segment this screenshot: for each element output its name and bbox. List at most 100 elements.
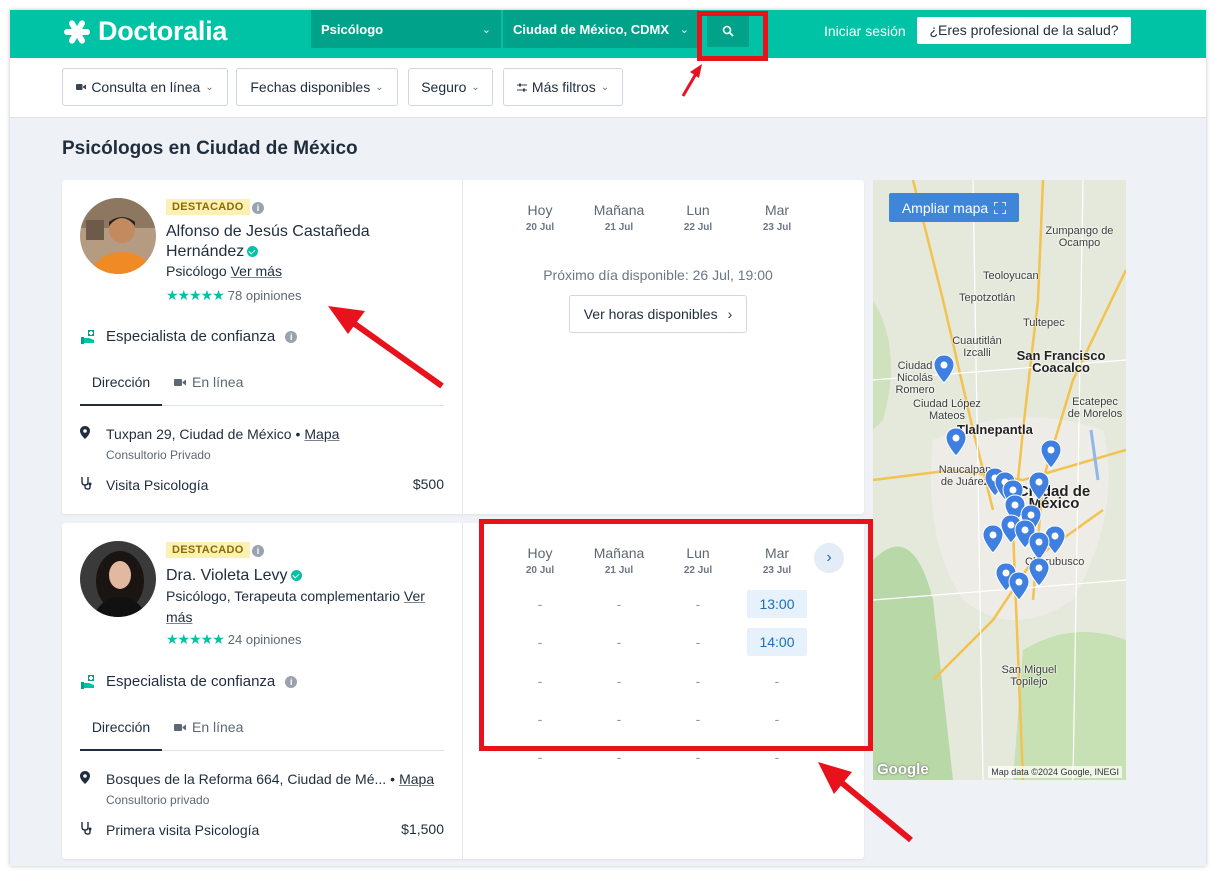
city-select[interactable]: Ciudad de México, CDMX ⌄	[503, 10, 699, 48]
service-price: $500	[412, 476, 444, 492]
annotation-box-search	[697, 11, 768, 61]
trusted-hand-icon	[81, 674, 94, 689]
address-block: Bosques de la Reforma 664, Ciudad de Mé.…	[80, 771, 444, 807]
review-count: 24 opiniones	[227, 632, 302, 647]
chevron-down-icon: ⌄	[205, 81, 214, 93]
stethoscope-icon	[80, 821, 106, 838]
specialty-text: Psicólogo	[166, 263, 227, 279]
filter-more[interactable]: Más filtros ⌄	[503, 68, 623, 106]
specialty-select[interactable]: Psicólogo ⌄	[311, 10, 501, 48]
filter-insurance[interactable]: Seguro ⌄	[408, 68, 493, 106]
info-icon[interactable]: i	[252, 202, 264, 214]
office-type: Consultorio privado	[106, 793, 210, 807]
address-text: Bosques de la Reforma 664, Ciudad de Mé.…	[106, 771, 387, 787]
featured-badge: DESTACADO	[166, 542, 250, 558]
day-label: Hoy	[527, 202, 553, 218]
map-attribution[interactable]: Map data ©2024 Google, INEGI	[988, 766, 1122, 778]
see-more-link[interactable]: Ver más	[231, 263, 282, 279]
chevron-down-icon: ⌄	[481, 23, 491, 36]
bullet-separator: •	[390, 771, 396, 787]
specialty-select-value: Psicólogo	[321, 21, 384, 37]
service-row: Primera visita Psicología $1,500	[80, 821, 444, 838]
doctor-name[interactable]: Dra. Violeta Levy	[166, 566, 302, 586]
doctor-specialty: Psicólogo, Terapeuta complementario Ver …	[166, 586, 436, 628]
specialty-text: Psicólogo, Terapeuta complementario	[166, 588, 400, 604]
trusted-specialist: Especialista de confianza i	[80, 328, 298, 345]
doctor-name-line1: Dra. Violeta Levy	[166, 567, 288, 584]
star-rating-icon: ★★★★★	[166, 287, 225, 303]
location-pin-icon	[80, 771, 106, 787]
info-icon[interactable]: i	[285, 330, 298, 343]
map-link[interactable]: Mapa	[304, 426, 339, 442]
logo-text: Doctoralia	[98, 16, 228, 46]
day-label: Lun	[686, 202, 710, 218]
address-text: Tuxpan 29, Ciudad de México	[106, 426, 292, 442]
map-pin[interactable]	[1008, 571, 1030, 601]
doctor-name[interactable]: Alfonso de Jesús Castañeda Hernández	[166, 222, 370, 262]
map-pin[interactable]	[1028, 531, 1050, 561]
tab-online-label: En línea	[192, 719, 244, 735]
tab-online[interactable]: En línea	[174, 711, 243, 751]
tab-address[interactable]: Dirección	[80, 366, 162, 406]
day-label: Mañana	[593, 202, 645, 218]
filter-bar: Consulta en línea ⌄ Fechas disponibles ⌄…	[10, 58, 1206, 118]
info-icon[interactable]: i	[285, 675, 298, 688]
map-pin[interactable]	[945, 427, 967, 457]
tab-address[interactable]: Dirección	[80, 711, 162, 751]
results-map[interactable]: Ampliar mapa Zumpango de Ocampo Teoloyuc…	[873, 180, 1126, 780]
address-block: Tuxpan 29, Ciudad de México • Mapa Consu…	[80, 426, 444, 462]
trusted-hand-icon	[81, 329, 94, 344]
see-more-link[interactable]: Ver	[404, 588, 425, 604]
video-icon	[76, 84, 87, 90]
map-pin[interactable]	[933, 354, 955, 384]
logo-icon	[64, 19, 90, 44]
view-hours-button[interactable]: Ver horas disponibles ›	[569, 295, 747, 333]
filter-label: Fechas disponibles	[250, 79, 371, 95]
next-available-text: Próximo día disponible: 26 Jul, 19:00	[543, 267, 773, 283]
day-date: 22 Jul	[683, 222, 713, 233]
map-pin[interactable]	[982, 524, 1004, 554]
chevron-down-icon: ⌄	[375, 81, 384, 93]
professional-button[interactable]: ¿Eres profesional de la salud?	[917, 17, 1131, 44]
doctoralia-logo[interactable]: Doctoralia	[62, 16, 227, 47]
service-price: $1,500	[401, 821, 444, 837]
map-pin[interactable]	[1040, 439, 1062, 469]
location-tabs: Dirección En línea	[80, 711, 444, 751]
map-pin[interactable]	[1028, 471, 1050, 501]
login-link[interactable]: Iniciar sesión	[824, 23, 906, 39]
filter-label: Consulta en línea	[91, 79, 201, 95]
star-rating-icon: ★★★★★	[166, 631, 225, 647]
service-name: Primera visita Psicología	[106, 821, 260, 838]
chevron-down-icon: ⌄	[471, 81, 480, 93]
info-icon[interactable]: i	[252, 545, 264, 557]
avatar[interactable]	[80, 541, 156, 617]
day-date: 21 Jul	[604, 222, 634, 233]
service-row: Visita Psicología $500	[80, 476, 444, 493]
rating[interactable]: ★★★★★ 78 opiniones	[166, 287, 302, 304]
calendar-day: Hoy 20 Jul	[500, 202, 580, 233]
stethoscope-icon	[80, 476, 106, 493]
page-title: Psicólogos en Ciudad de México	[62, 138, 358, 159]
doctor-name-line1: Alfonso de Jesús Castañeda	[166, 223, 370, 240]
google-logo[interactable]: Google	[877, 761, 929, 778]
filter-label: Más filtros	[531, 79, 596, 95]
map-pin[interactable]	[1028, 557, 1050, 587]
video-icon	[174, 724, 186, 731]
filter-available-dates[interactable]: Fechas disponibles ⌄	[236, 68, 398, 106]
map-link[interactable]: Mapa	[399, 771, 434, 787]
card-divider	[462, 523, 463, 859]
verified-icon	[247, 246, 259, 258]
top-header: Doctoralia Psicólogo ⌄ Ciudad de México,…	[10, 10, 1206, 58]
location-pin-icon	[80, 426, 106, 442]
bullet-separator: •	[295, 426, 301, 442]
chevron-down-icon: ⌄	[600, 81, 610, 93]
avatar[interactable]	[80, 198, 156, 274]
tab-online[interactable]: En línea	[174, 366, 243, 406]
calendar-day: Mar 23 Jul	[737, 202, 817, 233]
day-date: 23 Jul	[762, 222, 792, 233]
rating[interactable]: ★★★★★ 24 opiniones	[166, 631, 302, 648]
see-more-link[interactable]: más	[166, 609, 192, 625]
filter-online-consultation[interactable]: Consulta en línea ⌄	[62, 68, 228, 106]
doctor-specialty: Psicólogo Ver más	[166, 261, 282, 282]
calendar-day: Lun 22 Jul	[658, 202, 738, 233]
